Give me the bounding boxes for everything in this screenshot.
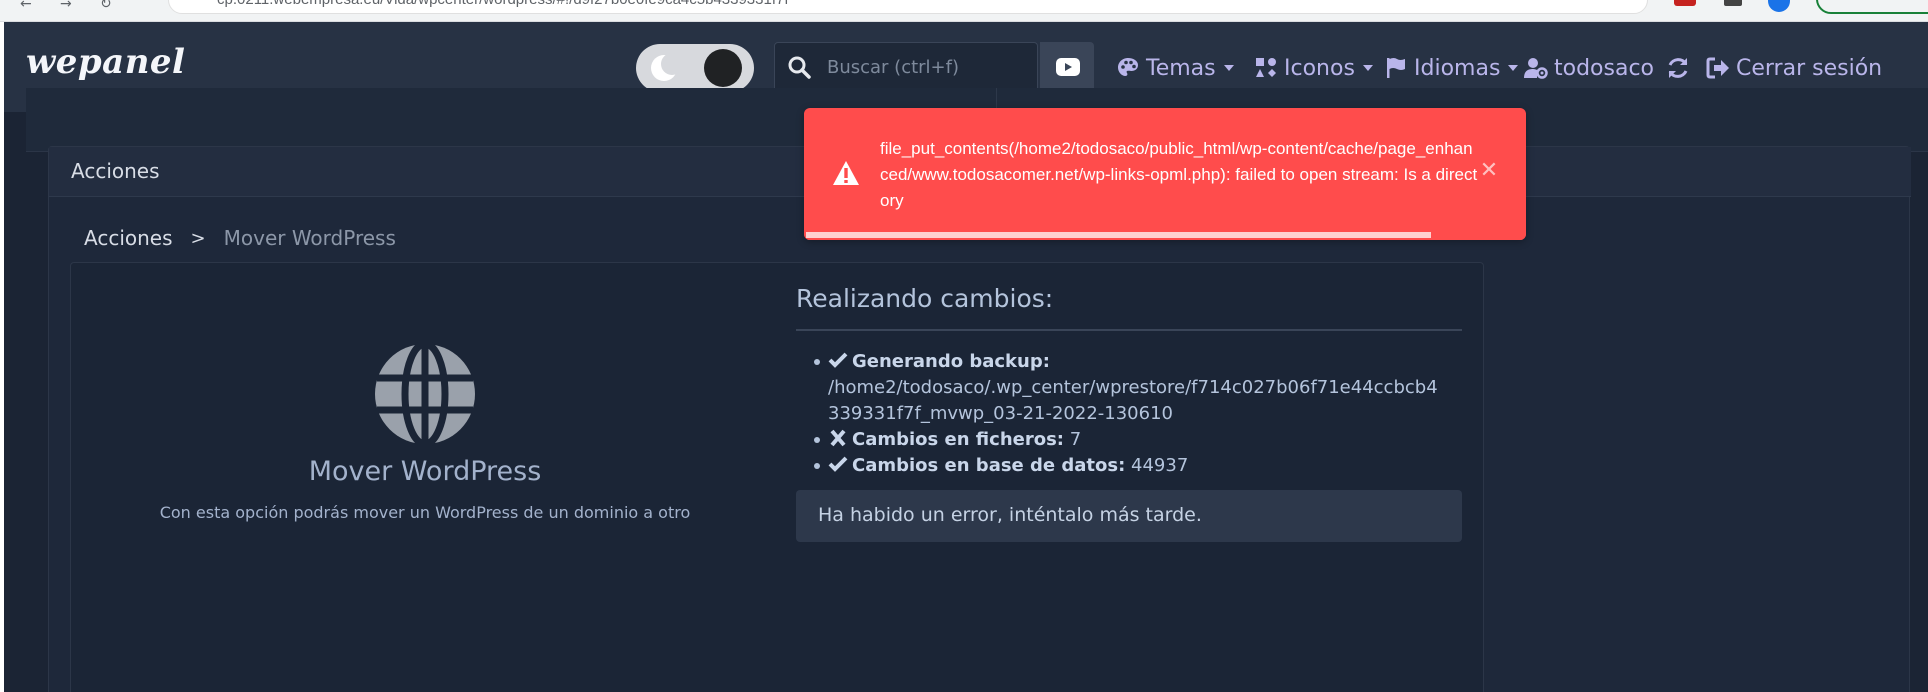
youtube-icon xyxy=(1056,58,1080,76)
logo[interactable]: wepanel xyxy=(26,42,185,82)
nav-themes-label: Temas xyxy=(1146,55,1216,81)
breadcrumb-separator: > xyxy=(190,227,206,249)
palette-icon xyxy=(1118,58,1138,76)
error-toast: file_put_contents(/home2/todosaco/public… xyxy=(804,108,1526,240)
result-value: 44937 xyxy=(1131,455,1189,476)
times-icon xyxy=(830,429,846,447)
back-icon[interactable]: ← xyxy=(20,0,38,8)
feature-description-text: Con esta opción podrás mover un WordPres… xyxy=(159,503,691,522)
results-divider xyxy=(796,329,1462,331)
extensions-icon[interactable] xyxy=(1724,0,1742,6)
check-icon xyxy=(828,352,848,368)
check-icon xyxy=(828,456,848,472)
nav-logout[interactable]: Cerrar sesión xyxy=(1706,52,1882,84)
nav-icons-label: Iconos xyxy=(1284,55,1355,81)
globe-icon xyxy=(375,342,475,446)
list-item: Cambios en ficheros: 7 xyxy=(814,427,1462,453)
error-message: Ha habido un error, inténtalo más tarde. xyxy=(818,504,1202,526)
search-box xyxy=(774,42,1038,92)
reload-icon[interactable]: ↻ xyxy=(100,0,118,8)
refresh-icon xyxy=(1668,58,1688,78)
refresh-button[interactable] xyxy=(1666,52,1696,84)
toast-progress-bar xyxy=(806,232,1431,238)
dark-mode-toggle[interactable] xyxy=(636,44,754,92)
toast-message: file_put_contents(/home2/todosaco/public… xyxy=(880,139,1478,210)
browser-chrome: ← → ↻ cp.0211.webempresa.eu/Vida/wpcente… xyxy=(0,0,1928,22)
moon-icon xyxy=(651,53,680,81)
chevron-down-icon xyxy=(1362,65,1373,71)
result-label: Generando backup: xyxy=(852,351,1050,372)
warning-icon xyxy=(833,161,859,185)
app: wepanel Temas xyxy=(4,22,1928,692)
feature-title: Mover WordPress xyxy=(308,456,542,487)
search-input[interactable] xyxy=(827,51,1027,83)
nav-languages[interactable]: Idiomas xyxy=(1384,52,1519,84)
address-bar[interactable]: cp.0211.webempresa.eu/Vida/wpcenter/word… xyxy=(168,0,1648,14)
result-value: /home2/todosaco/.wp_center/wprestore/f71… xyxy=(828,377,1438,424)
sign-out-icon xyxy=(1706,57,1729,79)
results-list: Generando backup: /home2/todosaco/.wp_ce… xyxy=(796,349,1462,479)
bullet xyxy=(814,359,820,365)
extension-icon[interactable] xyxy=(1674,0,1696,6)
video-tutorial-button[interactable] xyxy=(1040,42,1094,92)
nav-icons[interactable]: Iconos xyxy=(1254,52,1373,84)
bullet xyxy=(814,463,820,469)
nav-languages-label: Idiomas xyxy=(1414,55,1501,81)
toggle-knob xyxy=(704,49,742,87)
list-item: Generando backup: /home2/todosaco/.wp_ce… xyxy=(814,349,1462,427)
card-title: Acciones xyxy=(71,159,160,183)
profile-avatar[interactable] xyxy=(1768,0,1790,12)
nav-user-label: todosaco xyxy=(1554,55,1655,81)
feature-description: Mover WordPress Con esta opción podrás m… xyxy=(140,342,710,522)
results-title: Realizando cambios: xyxy=(796,284,1054,313)
error-alert: Ha habido un error, inténtalo más tarde. xyxy=(796,490,1462,542)
chevron-down-icon xyxy=(1508,65,1519,71)
search-icon xyxy=(788,56,811,79)
flag-icon xyxy=(1387,58,1405,78)
breadcrumb-current: Mover WordPress xyxy=(223,226,396,250)
list-item: Cambios en base de datos: 44937 xyxy=(814,453,1462,479)
result-label: Cambios en ficheros: xyxy=(852,429,1064,450)
icons-icon xyxy=(1256,58,1276,77)
result-label: Cambios en base de datos: xyxy=(852,455,1126,476)
forward-icon[interactable]: → xyxy=(60,0,78,8)
progress-results: Realizando cambios: Generando backup: /h… xyxy=(796,284,1462,479)
chevron-down-icon xyxy=(1223,65,1234,71)
close-icon[interactable]: ✕ xyxy=(1478,160,1500,182)
user-cog-icon xyxy=(1524,58,1548,79)
nav-user[interactable]: todosaco xyxy=(1524,52,1654,84)
result-value: 7 xyxy=(1069,429,1082,450)
breadcrumb-root[interactable]: Acciones xyxy=(84,226,173,250)
nav-logout-label: Cerrar sesión xyxy=(1736,55,1883,81)
bullet xyxy=(814,437,820,443)
update-button[interactable] xyxy=(1816,0,1928,14)
address-url: cp.0211.webempresa.eu/Vida/wpcenter/word… xyxy=(217,0,789,8)
nav-themes[interactable]: Temas xyxy=(1116,52,1234,84)
breadcrumb: Acciones > Mover WordPress xyxy=(84,226,396,250)
